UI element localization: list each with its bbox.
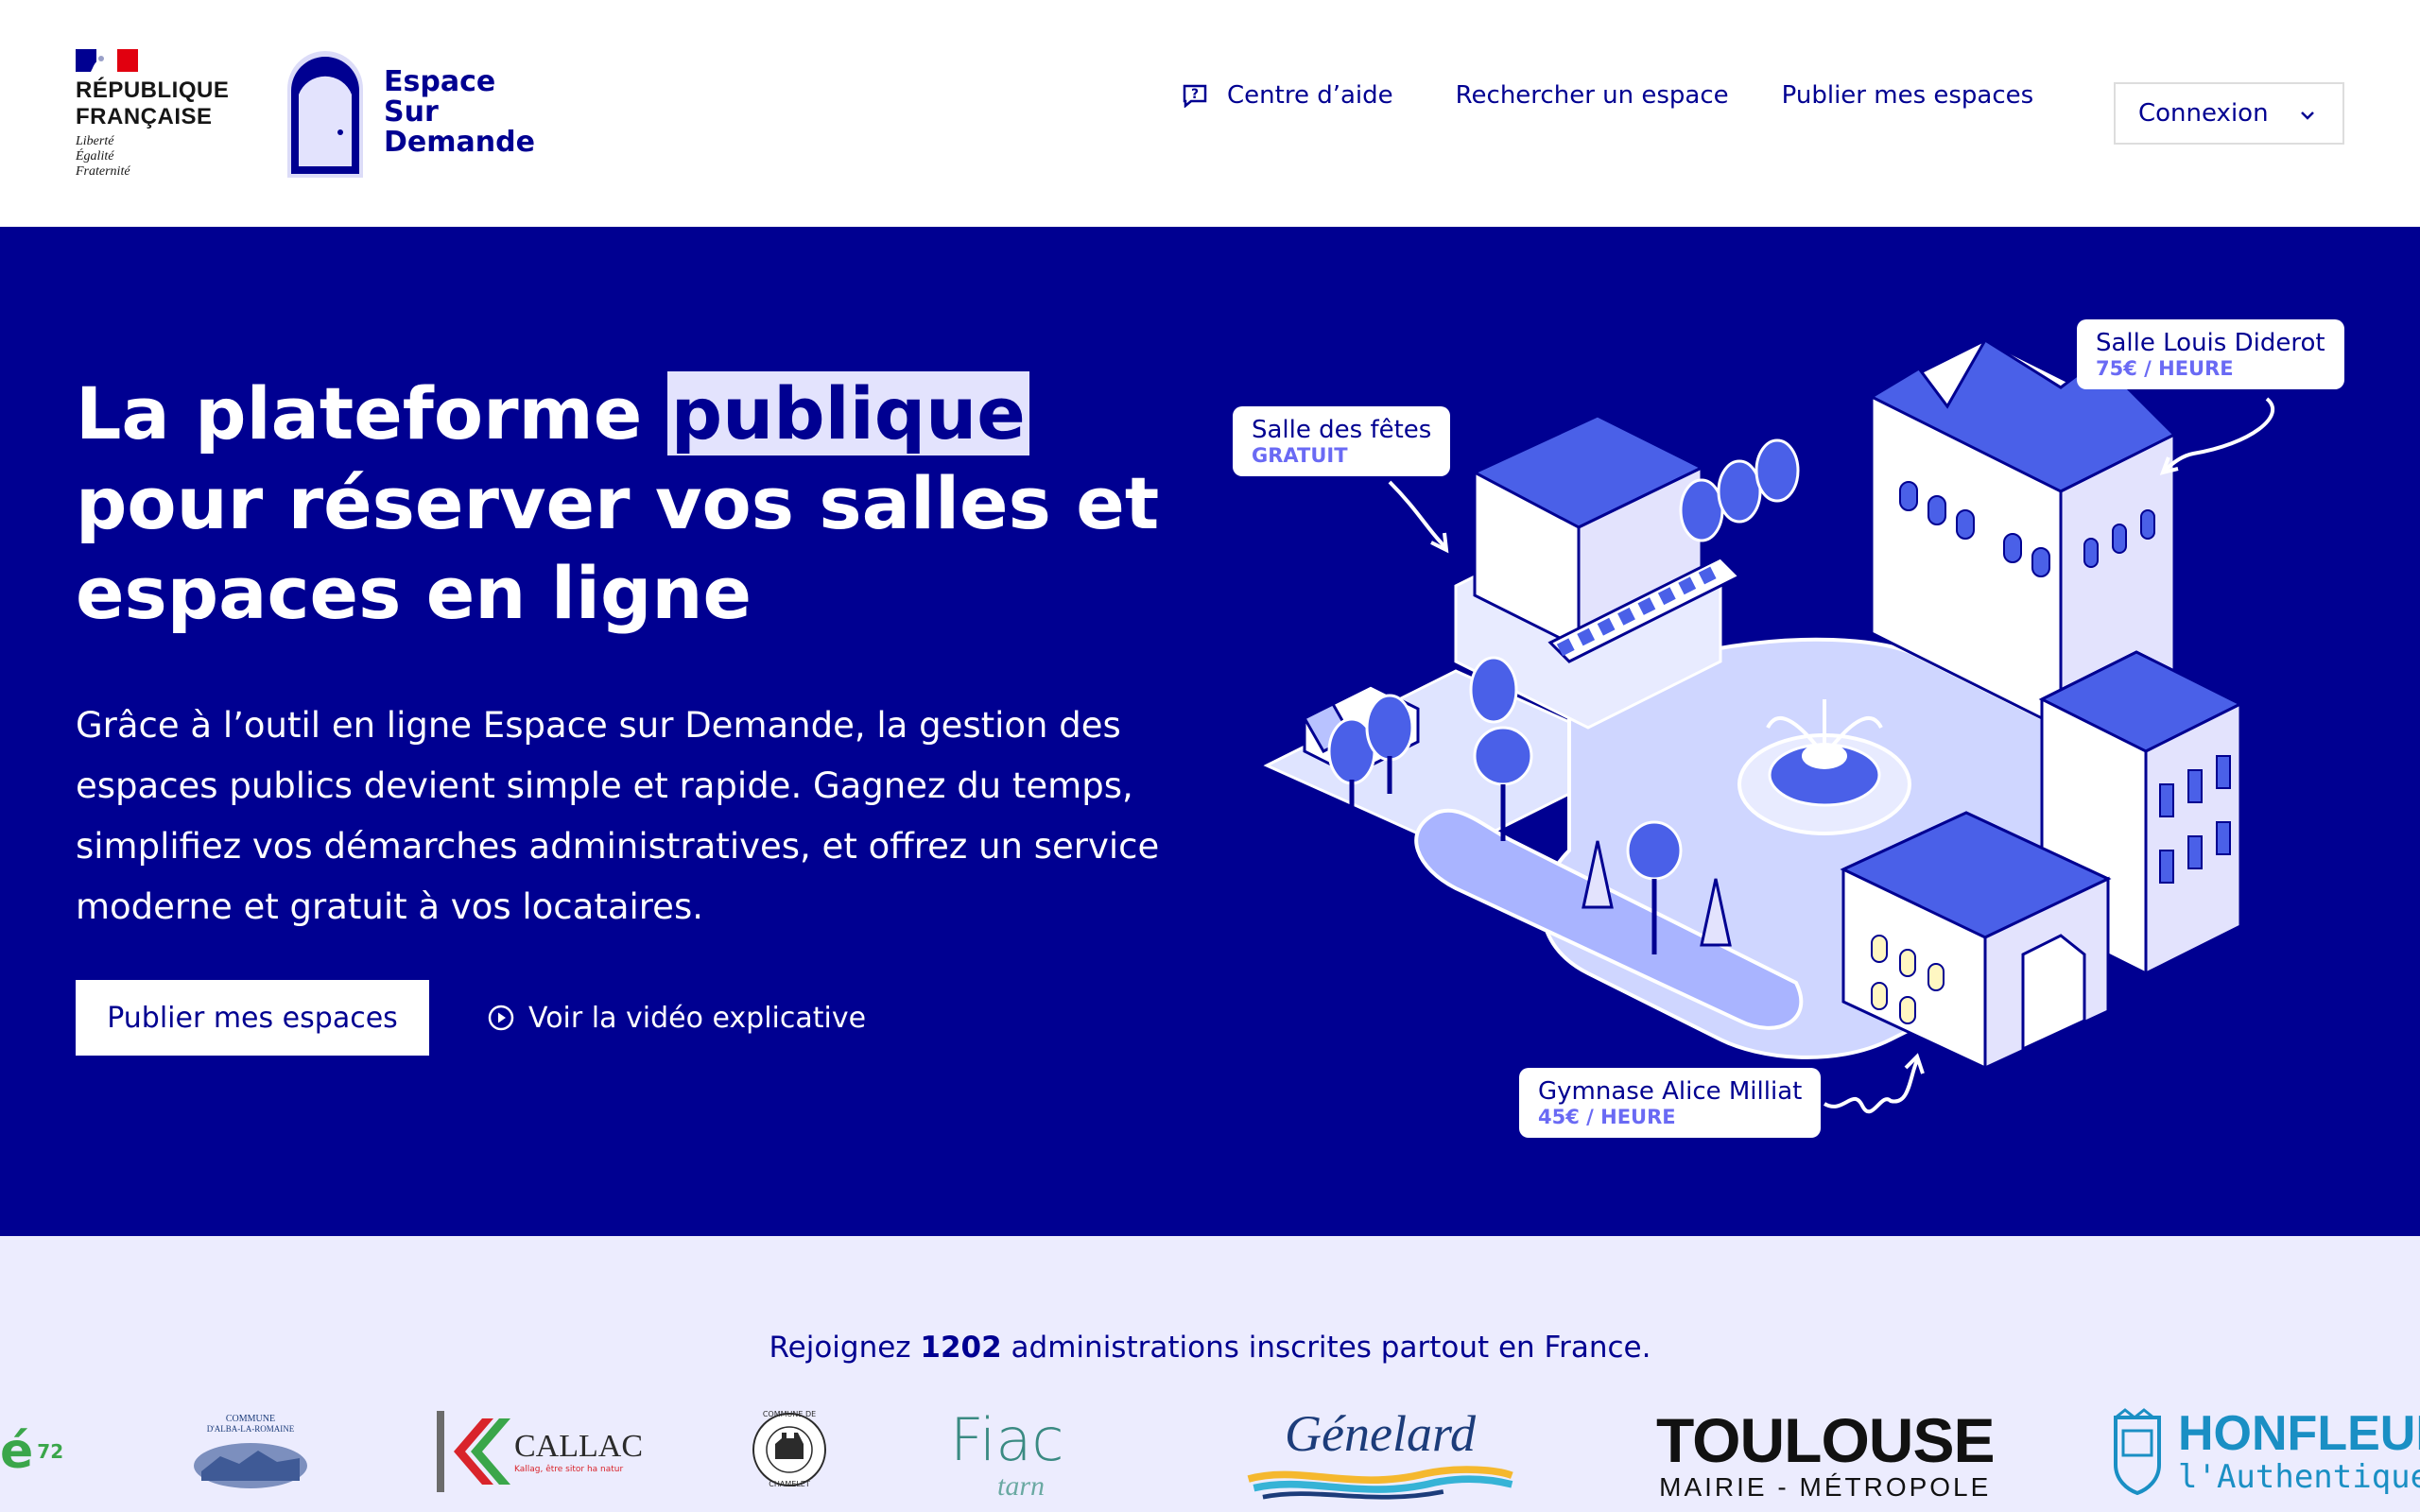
- partner-logo-partial: é 72: [0, 1414, 63, 1489]
- tag-salle-des-fetes: Salle des fêtes GRATUIT: [1233, 406, 1451, 476]
- partner-logo-genelard: Génelard: [1234, 1406, 1527, 1501]
- honfleur-text: HONFLEUR: [2178, 1406, 2420, 1461]
- partner-logos: é 72 COMMUNE D'ALBA-LA-ROMAINE CALLAC Ka…: [0, 1406, 2420, 1512]
- hero-lead: Grâce à l’outil en ligne Espace sur Dema…: [76, 705, 1160, 927]
- brand-line-2: Sur: [384, 95, 439, 129]
- genelard-wave-icon: [1247, 1466, 1513, 1500]
- hero-title-end: pour réserver vos salles et espaces en l…: [76, 461, 1160, 635]
- login-label: Connexion: [2138, 99, 2269, 128]
- alba-name-text: D'ALBA-LA-ROMAINE: [206, 1423, 295, 1434]
- brand-line-3: Demande: [384, 126, 535, 159]
- watch-video-label: Voir la vidéo explicative: [528, 1001, 867, 1035]
- callac-text: CALLAC: [514, 1429, 643, 1464]
- site-header: RÉPUBLIQUE FRANÇAISE Liberté Égalité Fra…: [0, 0, 2420, 227]
- login-dropdown-button[interactable]: Connexion: [2114, 82, 2344, 145]
- callac-tagline: Kallag, être sitor ha natur: [514, 1465, 624, 1474]
- chamelet-bottom-text: CHAMELET: [769, 1480, 810, 1488]
- tag-price: GRATUIT: [1252, 444, 1348, 467]
- publish-spaces-button[interactable]: Publier mes espaces: [76, 980, 429, 1056]
- toulouse-text: TOULOUSE: [1656, 1405, 1995, 1475]
- nav-search-label: Rechercher un espace: [1455, 81, 1729, 110]
- hero-title-highlight: publique: [666, 371, 1029, 455]
- tag-price: 45€ / HEURE: [1538, 1106, 1676, 1128]
- tag-name: Gymnase Alice Milliat: [1538, 1077, 1803, 1106]
- toulouse-sub-text: MAIRIE - MÉTROPOLE: [1659, 1472, 1992, 1502]
- partial-logo-text: é: [0, 1423, 34, 1480]
- partners-join-text: Rejoignez 1202 administrations inscrites…: [0, 1331, 2420, 1365]
- nav-help-label: Centre d’aide: [1227, 81, 1393, 110]
- partner-logo-honfleur: HONFLEUR l'Authentique: [2110, 1406, 2420, 1497]
- brand-line-1: Espace: [384, 65, 496, 98]
- chevron-down-icon: [2301, 112, 2314, 120]
- nav-publish-spaces[interactable]: Publier mes espaces: [1782, 81, 2034, 110]
- partial-logo-sup: 72: [37, 1440, 64, 1463]
- republique-francaise-text: RÉPUBLIQUE FRANÇAISE: [76, 77, 229, 130]
- partner-logo-chamelet: COMMUNE DE CHAMELET: [751, 1406, 828, 1495]
- hero-title: La plateforme publique pour réserver vos…: [76, 369, 1191, 638]
- tag-gymnase-alice-milliat: Gymnase Alice Milliat 45€ / HEURE: [1519, 1068, 1822, 1138]
- hero-title-start: La plateforme: [76, 371, 667, 455]
- partner-logo-alba-la-romaine: COMMUNE D'ALBA-LA-ROMAINE: [189, 1404, 312, 1497]
- tag-name: Salle Louis Diderot: [2096, 329, 2325, 357]
- fiac-sub-text: tarn: [997, 1470, 1046, 1502]
- honfleur-crest-icon: [2114, 1408, 2161, 1495]
- play-circle-icon: [488, 1005, 514, 1031]
- alba-arc-text: COMMUNE: [225, 1413, 276, 1424]
- tag-name: Salle des fêtes: [1252, 416, 1432, 444]
- partners-section: Rejoignez 1202 administrations inscrites…: [0, 1236, 2420, 1512]
- join-after: administrations inscrites partout en Fra…: [1001, 1331, 1651, 1365]
- nav-help-center[interactable]: ? Centre d’aide: [1182, 81, 1393, 110]
- svg-text:?: ?: [1191, 87, 1199, 102]
- main-nav: ? Centre d’aide Rechercher un espace Pub…: [1182, 81, 2033, 110]
- partner-logo-toulouse: TOULOUSE MAIRIE - MÉTROPOLE: [1656, 1405, 1995, 1504]
- fiac-text: Fiac: [950, 1405, 1064, 1474]
- join-before: Rejoignez: [769, 1331, 921, 1365]
- nav-search-space[interactable]: Rechercher un espace: [1456, 81, 1729, 110]
- callac-chevron-icon: [437, 1411, 510, 1492]
- espace-sur-demande-logo[interactable]: Espace Sur Demande: [284, 45, 535, 180]
- chamelet-top-text: COMMUNE DE: [762, 1410, 817, 1418]
- tag-salle-louis-diderot: Salle Louis Diderot 75€ / HEURE: [2077, 319, 2344, 389]
- motto-liberte: Liberté: [76, 134, 114, 148]
- republique-francaise-logo[interactable]: RÉPUBLIQUE FRANÇAISE Liberté Égalité Fra…: [76, 49, 229, 180]
- partner-logo-callac: CALLAC Kallag, être sitor ha natur: [435, 1404, 643, 1499]
- honfleur-sub-text: l'Authentique: [2178, 1458, 2420, 1496]
- motto: Liberté Égalité Fraternité: [76, 134, 229, 180]
- brand-name: Espace Sur Demande: [384, 67, 535, 158]
- hero-section: La plateforme publique pour réserver vos…: [0, 227, 2420, 1236]
- gov-line-1: RÉPUBLIQUE: [76, 77, 230, 103]
- administrations-count: 1202: [920, 1331, 1002, 1365]
- motto-egalite: Égalité: [76, 149, 114, 163]
- watch-video-link[interactable]: Voir la vidéo explicative: [487, 980, 866, 1056]
- door-logo-icon: [287, 51, 363, 178]
- gov-line-2: FRANÇAISE: [76, 104, 213, 129]
- alba-landscape-icon: [194, 1442, 307, 1488]
- genelard-text: Génelard: [1285, 1405, 1476, 1462]
- motto-fraternite: Fraternité: [76, 164, 130, 179]
- tag-price: 75€ / HEURE: [2096, 357, 2234, 380]
- marianne-flag-icon: [76, 49, 138, 72]
- nav-publish-label: Publier mes espaces: [1781, 81, 2034, 110]
- partner-logo-fiac: Fiac tarn: [950, 1406, 1063, 1504]
- question-icon: ?: [1183, 84, 1207, 108]
